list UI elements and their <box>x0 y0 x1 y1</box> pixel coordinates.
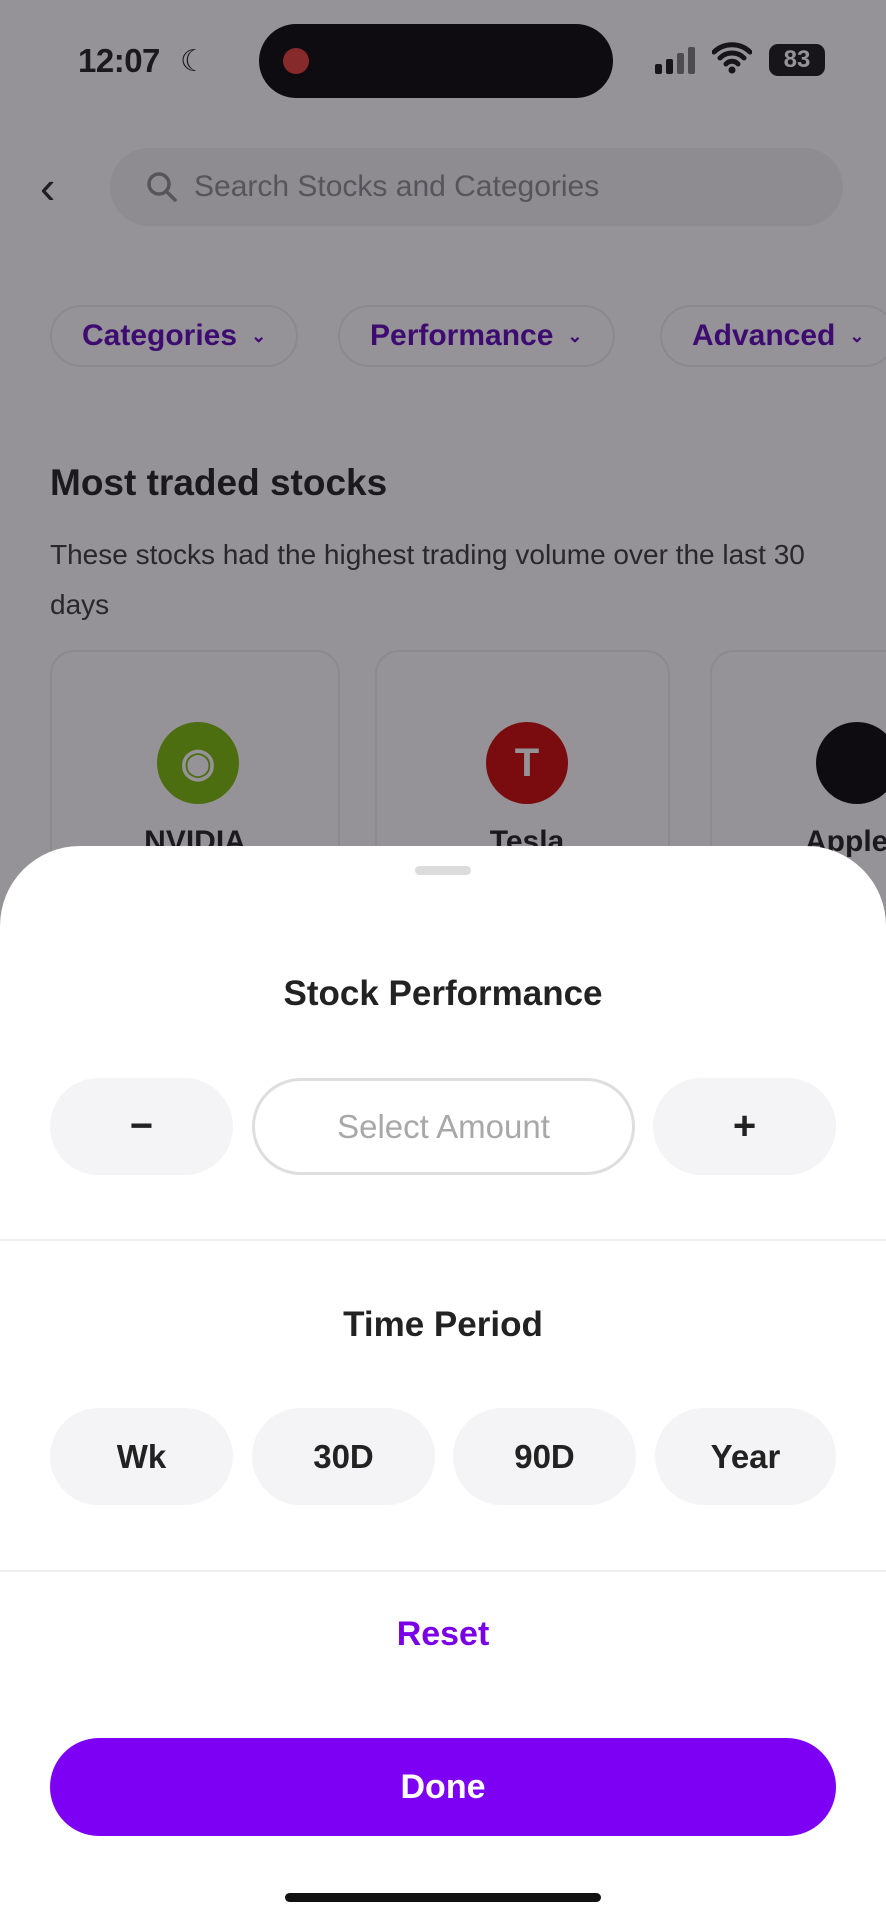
period-30d[interactable]: 30D <box>252 1408 435 1505</box>
reset-button[interactable]: Reset <box>0 1615 886 1654</box>
divider <box>0 1239 886 1241</box>
divider <box>0 1570 886 1572</box>
done-button[interactable]: Done <box>50 1738 836 1836</box>
period-90d[interactable]: 90D <box>453 1408 636 1505</box>
period-year[interactable]: Year <box>655 1408 836 1505</box>
sheet-drag-handle[interactable] <box>415 866 471 875</box>
increase-button[interactable]: + <box>653 1078 836 1175</box>
decrease-button[interactable]: − <box>50 1078 233 1175</box>
period-week[interactable]: Wk <box>50 1408 233 1505</box>
amount-input[interactable]: Select Amount <box>252 1078 635 1175</box>
home-indicator[interactable] <box>285 1893 601 1902</box>
sheet-title: Stock Performance <box>283 974 603 1013</box>
time-period-title: Time Period <box>343 1305 543 1344</box>
